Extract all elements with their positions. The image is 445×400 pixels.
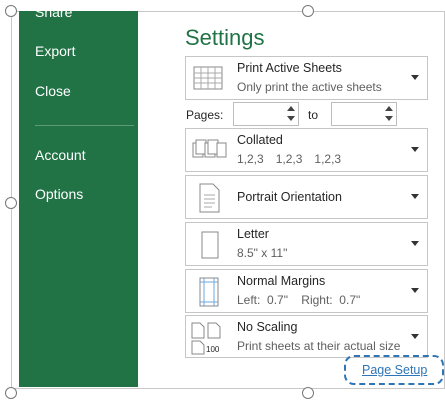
chevron-down-icon: [411, 194, 419, 199]
orientation-title: Portrait Orientation: [237, 190, 342, 204]
page-setup-highlight: Page Setup: [344, 355, 444, 385]
page-setup-link[interactable]: Page Setup: [362, 363, 427, 377]
scaling-icon-text: 100: [206, 345, 220, 354]
print-what-subtitle: Only print the active sheets: [237, 80, 382, 94]
collation-seq-3: 1,2,3: [314, 152, 342, 166]
pages-to-spinner[interactable]: [384, 105, 394, 123]
resize-handle-top-middle[interactable]: [302, 5, 314, 17]
chevron-down-icon: [411, 333, 419, 339]
spin-down-icon[interactable]: [287, 116, 295, 121]
print-what-dropdown[interactable]: Print Active Sheets Only print the activ…: [185, 56, 428, 100]
spin-down-icon[interactable]: [385, 116, 393, 121]
pages-from-spinner[interactable]: [286, 105, 296, 123]
chevron-down-icon: [411, 241, 419, 246]
print-what-title: Print Active Sheets: [237, 61, 342, 75]
scaling-dropdown[interactable]: 100 No Scaling Print sheets at their act…: [185, 315, 428, 358]
sidebar-item-export[interactable]: Export: [35, 42, 75, 60]
collated-icon: [192, 139, 227, 158]
chevron-down-icon: [411, 75, 419, 80]
chevron-down-icon: [411, 147, 419, 152]
pages-label: Pages:: [186, 108, 224, 122]
resize-handle-top-left[interactable]: [5, 5, 17, 17]
margins-subtitle: Left: 0.7" Right: 0.7": [237, 293, 361, 307]
margins-icon: [199, 277, 219, 307]
scaling-icon: 100: [191, 322, 221, 355]
pages-from-input[interactable]: [233, 102, 299, 126]
collation-dropdown[interactable]: Collated 1,2,3 1,2,3 1,2,3: [185, 128, 428, 172]
collation-title: Collated: [237, 133, 283, 147]
portrait-page-icon: [199, 183, 220, 213]
sheets-icon: [193, 66, 223, 90]
resize-handle-middle-left[interactable]: [5, 197, 17, 209]
collation-seq-2: 1,2,3: [275, 152, 303, 166]
collation-subtitle: 1,2,3 1,2,3 1,2,3: [237, 152, 353, 166]
chevron-down-icon: [411, 288, 419, 293]
settings-title: Settings: [185, 25, 265, 50]
sidebar-item-account[interactable]: Account: [35, 146, 86, 164]
scaling-subtitle: Print sheets at their actual size: [237, 339, 401, 353]
pages-to-label: to: [308, 108, 319, 122]
sidebar-item-close[interactable]: Close: [35, 82, 71, 100]
sidebar-item-share[interactable]: Share: [35, 3, 72, 21]
letter-page-icon: [201, 231, 219, 259]
margins-dropdown[interactable]: Normal Margins Left: 0.7" Right: 0.7": [185, 269, 428, 313]
backstage-sidebar: Share Export Close Account Options: [19, 4, 138, 387]
paper-size-subtitle: 8.5" x 11": [237, 246, 288, 260]
margins-title: Normal Margins: [237, 274, 326, 288]
scaling-title: No Scaling: [237, 320, 298, 334]
spin-up-icon[interactable]: [385, 106, 393, 111]
sidebar-divider: [35, 125, 134, 126]
paper-size-dropdown[interactable]: Letter 8.5" x 11": [185, 222, 428, 266]
collation-seq-1: 1,2,3: [237, 152, 264, 166]
paper-size-title: Letter: [237, 227, 269, 241]
sidebar-item-options[interactable]: Options: [35, 185, 83, 203]
orientation-dropdown[interactable]: Portrait Orientation: [185, 175, 428, 219]
resize-handle-bottom-left[interactable]: [5, 387, 17, 399]
pages-to-input[interactable]: [331, 102, 397, 126]
spin-up-icon[interactable]: [287, 106, 295, 111]
resize-handle-bottom-middle[interactable]: [302, 387, 314, 399]
